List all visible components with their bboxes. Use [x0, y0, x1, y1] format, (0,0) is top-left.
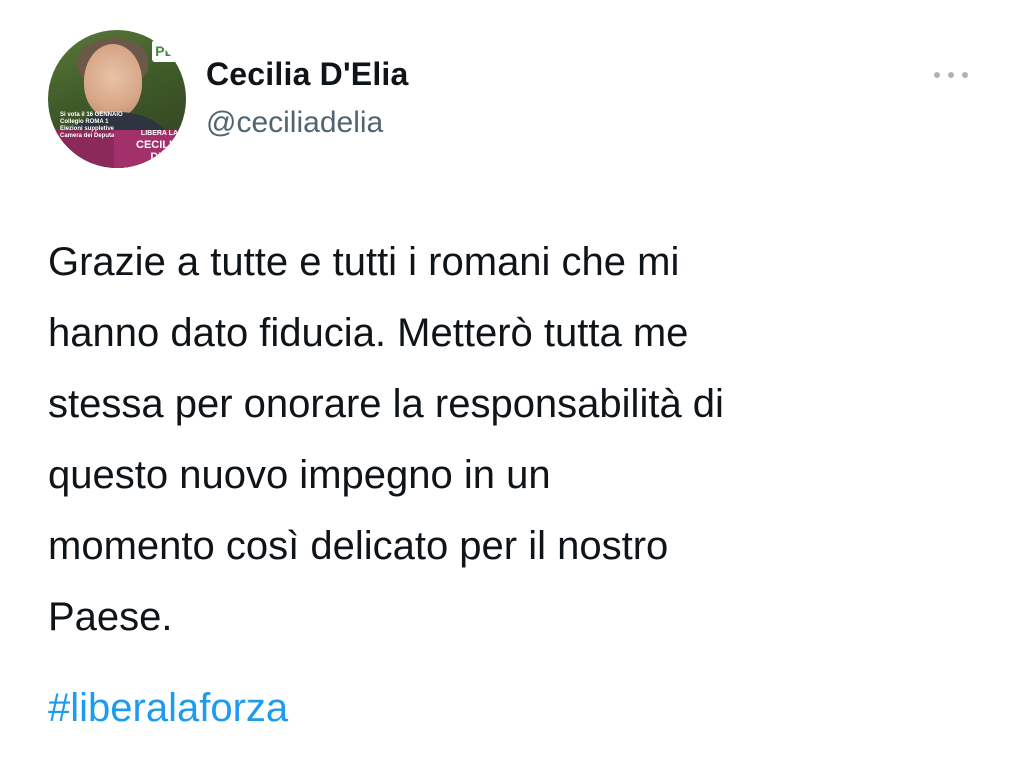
- avatar-face: [84, 44, 142, 118]
- tweet-text: Grazie a tutte e tutti i romani che mi h…: [48, 227, 988, 653]
- hashtag-link[interactable]: #liberalaforza: [48, 683, 288, 733]
- party-logo: PD: [152, 40, 178, 62]
- tweet-text-line: Paese.: [48, 595, 173, 639]
- avatar-badge-line: D'ELI: [150, 151, 178, 163]
- tweet-text-line: stessa per onorare la responsabilità di: [48, 382, 724, 426]
- tweet-text-line: Grazie a tutte e tutti i romani che mi: [48, 240, 680, 284]
- more-dot: [948, 72, 954, 78]
- avatar-banner-line: Si vota il 16 GENNAIO: [60, 112, 123, 118]
- tweet-card: PD Si vota il 16 GENNAIO Collegio ROMA 1…: [0, 0, 1024, 782]
- avatar-campaign-badge: LIBERA LA CECILIA D'ELI: [114, 130, 184, 168]
- author-display-name[interactable]: Cecilia D'Elia: [206, 56, 409, 93]
- tweet-text-line: questo nuovo impegno in un: [48, 453, 551, 497]
- avatar-badge-line: LIBERA LA: [140, 130, 178, 137]
- more-options-button[interactable]: [926, 60, 976, 90]
- more-dot: [962, 72, 968, 78]
- author-avatar[interactable]: PD Si vota il 16 GENNAIO Collegio ROMA 1…: [48, 30, 186, 168]
- tweet-text-line: momento così delicato per il nostro: [48, 524, 669, 568]
- more-dot: [934, 72, 940, 78]
- avatar-badge-line: CECILIA: [136, 139, 180, 151]
- tweet-text-line: hanno dato fiducia. Metterò tutta me: [48, 311, 689, 355]
- author-handle[interactable]: @ceciliadelia: [206, 106, 383, 140]
- avatar-banner-line: Collegio ROMA 1: [60, 119, 109, 125]
